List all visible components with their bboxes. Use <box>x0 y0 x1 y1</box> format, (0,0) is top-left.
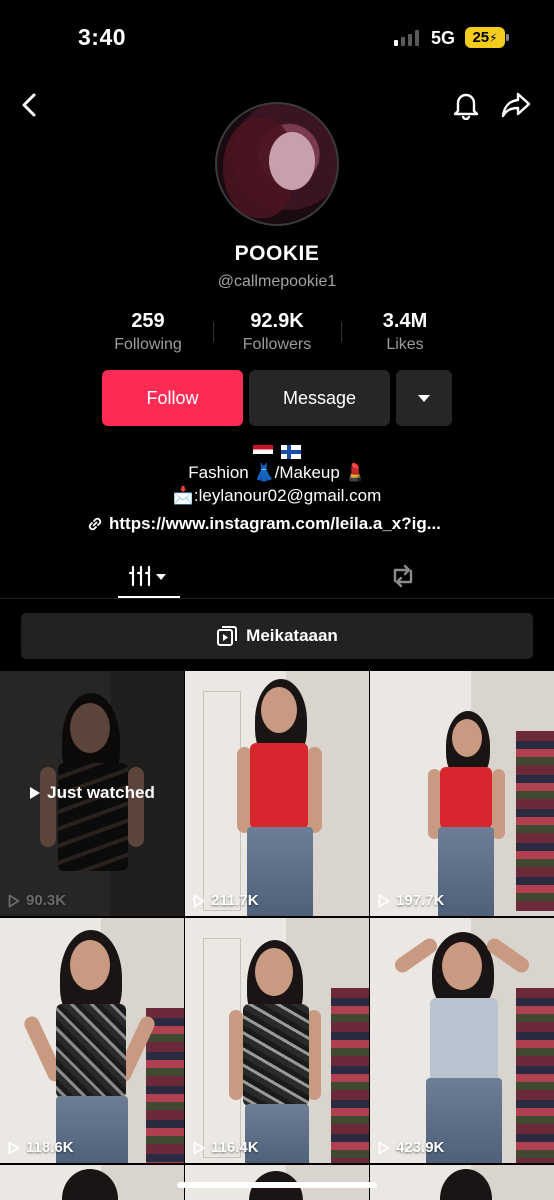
profile-handle: @callmepookie1 <box>217 273 337 290</box>
flag-egypt-icon <box>252 444 273 459</box>
bio-line: Fashion 👗/Makeup 💄 <box>188 463 366 482</box>
stat-divider <box>341 322 342 342</box>
view-count: 423.9K <box>378 1139 444 1156</box>
stat-followers[interactable]: 92.9K Followers <box>217 310 337 354</box>
followers-label: Followers <box>242 336 312 353</box>
video-tile[interactable]: Just watched 90.3K <box>0 671 184 916</box>
stat-likes[interactable]: 3.4M Likes <box>345 310 465 354</box>
play-outline-icon <box>8 1141 20 1154</box>
chevron-left-icon <box>22 93 36 117</box>
view-count: 90.3K <box>8 892 66 909</box>
share-button[interactable] <box>499 88 533 122</box>
playlist-button[interactable]: Meikataaan <box>21 613 533 659</box>
network-type: 5G <box>431 28 456 48</box>
notification-bell-button[interactable] <box>449 88 483 122</box>
charging-icon: ⚡ <box>489 30 498 45</box>
bio-link[interactable]: https://www.instagram.com/leila.a_x?ig..… <box>86 514 441 534</box>
just-watched-badge: Just watched <box>0 783 184 803</box>
bio-flags <box>0 441 554 461</box>
play-icon <box>30 787 41 799</box>
play-outline-icon <box>193 894 205 907</box>
battery-level: 25 <box>472 29 490 46</box>
following-label: Following <box>114 336 182 353</box>
bio-email: 📩:leylanour02@gmail.com <box>172 486 382 505</box>
video-tile[interactable] <box>370 1165 554 1200</box>
play-outline-icon <box>378 1141 390 1154</box>
video-grid: Just watched 90.3K 211.7K 197.7K 118.6K … <box>0 671 554 1200</box>
videos-grid-icon <box>129 565 166 587</box>
stat-divider <box>213 322 214 342</box>
avatar[interactable] <box>215 102 339 226</box>
video-tile[interactable]: 423.9K <box>370 918 554 1163</box>
tab-videos[interactable] <box>118 556 180 596</box>
stat-following[interactable]: 259 Following <box>88 310 208 354</box>
battery-indicator: 25 ⚡ <box>465 27 509 48</box>
playlist-icon <box>217 626 238 646</box>
likes-label: Likes <box>386 336 424 353</box>
video-tile[interactable]: 211.7K <box>185 671 369 916</box>
repost-icon <box>393 564 413 588</box>
video-tile[interactable]: 197.7K <box>370 671 554 916</box>
caret-down-icon <box>418 394 430 402</box>
share-arrow-icon <box>501 92 531 118</box>
followers-count: 92.9K <box>250 310 304 332</box>
link-icon <box>88 517 102 531</box>
play-outline-icon <box>8 894 20 907</box>
view-count: 116.4K <box>193 1139 259 1156</box>
following-count: 259 <box>131 310 165 332</box>
likes-count: 3.4M <box>382 310 428 332</box>
tab-reposts[interactable] <box>372 556 434 596</box>
follow-button[interactable]: Follow <box>102 370 243 426</box>
video-tile[interactable]: 116.4K <box>185 918 369 1163</box>
message-button[interactable]: Message <box>249 370 390 426</box>
bio-link-text: https://www.instagram.com/leila.a_x?ig..… <box>109 514 441 533</box>
view-count: 197.7K <box>378 892 444 909</box>
video-tile[interactable] <box>0 1165 184 1200</box>
play-outline-icon <box>193 1141 205 1154</box>
view-count: 211.7K <box>193 892 259 909</box>
view-count: 118.6K <box>8 1139 74 1156</box>
playlist-label: Meikataaan <box>246 626 338 645</box>
tabs-divider <box>0 598 554 599</box>
back-button[interactable] <box>12 88 46 122</box>
status-time: 3:40 <box>78 24 127 50</box>
play-outline-icon <box>378 894 390 907</box>
flag-finland-icon <box>281 444 302 459</box>
signal-strength-icon <box>394 30 419 46</box>
suggested-accounts-button[interactable] <box>396 370 452 426</box>
bell-icon <box>453 93 479 120</box>
status-bar: 3:40 5G 25 ⚡ <box>0 0 554 76</box>
home-indicator <box>177 1182 377 1188</box>
profile-name: POOKIE <box>234 242 320 265</box>
video-tile[interactable]: 118.6K <box>0 918 184 1163</box>
